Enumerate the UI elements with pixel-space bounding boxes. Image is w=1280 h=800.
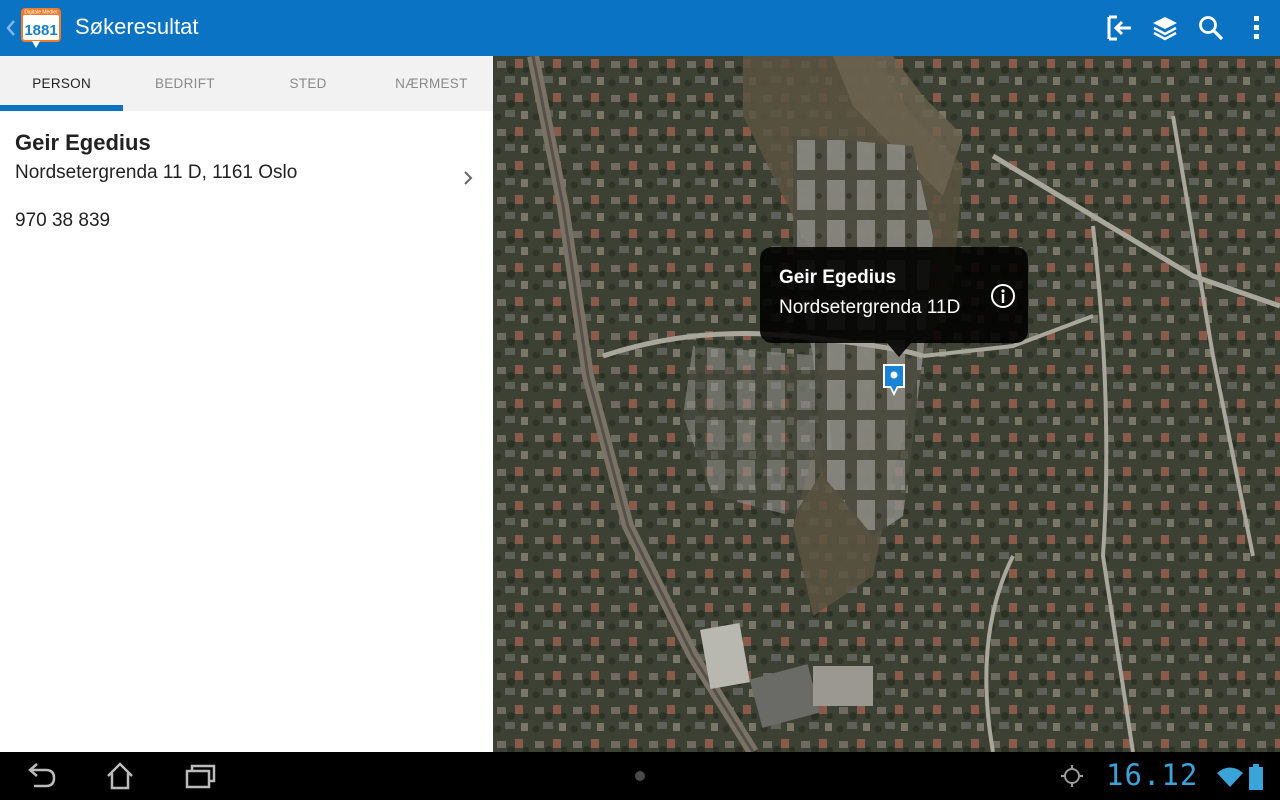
lights-out-dot[interactable]: [635, 771, 645, 781]
result-name: Geir Egedius: [15, 130, 151, 155]
app-logo-1881[interactable]: Digitale Medier 1881: [20, 7, 62, 49]
overflow-menu-icon: [1254, 16, 1259, 39]
chevron-right-icon: [464, 171, 473, 185]
battery-icon: [1249, 764, 1263, 790]
results-panel: PERSON BEDRIFT STED NÆRMEST Geir Egedius…: [0, 56, 493, 752]
overflow-menu-button[interactable]: [1234, 0, 1280, 56]
aerial-imagery: [493, 56, 1280, 752]
search-tabs: PERSON BEDRIFT STED NÆRMEST: [0, 56, 493, 111]
callout-address: Nordsetergrenda 11D: [779, 297, 961, 318]
location-pin-icon[interactable]: [880, 361, 908, 401]
recent-apps-button[interactable]: [180, 760, 220, 792]
result-list-item[interactable]: Geir Egedius Nordsetergrenda 11 D, 1161 …: [0, 122, 493, 232]
wifi-icon: [1217, 767, 1243, 787]
layers-icon: [1153, 17, 1177, 41]
page-title: Søkeresultat: [75, 14, 199, 39]
status-clock[interactable]: 16.12: [1106, 758, 1198, 792]
action-bar-actions: [1096, 0, 1280, 56]
map-info-callout[interactable]: Geir Egedius Nordsetergrenda 11D: [760, 247, 1028, 357]
up-navigation-caret-icon[interactable]: [4, 16, 18, 40]
home-icon: [107, 762, 133, 790]
callout-name: Geir Egedius: [779, 267, 897, 288]
tab-person[interactable]: PERSON: [0, 56, 124, 111]
action-bar: Digitale Medier 1881 Søkeresultat: [0, 0, 1280, 56]
system-navigation-bar: 16.12: [0, 752, 1280, 800]
gps-icon: [1061, 765, 1083, 787]
search-icon: [1199, 16, 1224, 41]
tab-sted[interactable]: STED: [247, 56, 370, 111]
recent-apps-icon: [185, 764, 216, 789]
back-button[interactable]: [20, 760, 60, 792]
tab-bedrift[interactable]: BEDRIFT: [123, 56, 246, 111]
layers-button[interactable]: [1142, 0, 1188, 56]
home-button[interactable]: [100, 760, 140, 792]
result-address: Nordsetergrenda 11 D, 1161 Oslo: [15, 162, 298, 183]
exit-button[interactable]: [1096, 0, 1142, 56]
logo-subtext: Digitale Medier: [24, 10, 58, 16]
result-phone[interactable]: 970 38 839: [15, 210, 110, 232]
search-button[interactable]: [1188, 0, 1234, 56]
back-icon: [28, 763, 56, 788]
satellite-map[interactable]: Geir Egedius Nordsetergrenda 11D: [493, 56, 1280, 752]
tab-naermest[interactable]: NÆRMEST: [370, 56, 493, 111]
logo-text: 1881: [24, 22, 57, 39]
info-icon[interactable]: [990, 283, 1016, 309]
exit-icon: [1107, 15, 1131, 41]
